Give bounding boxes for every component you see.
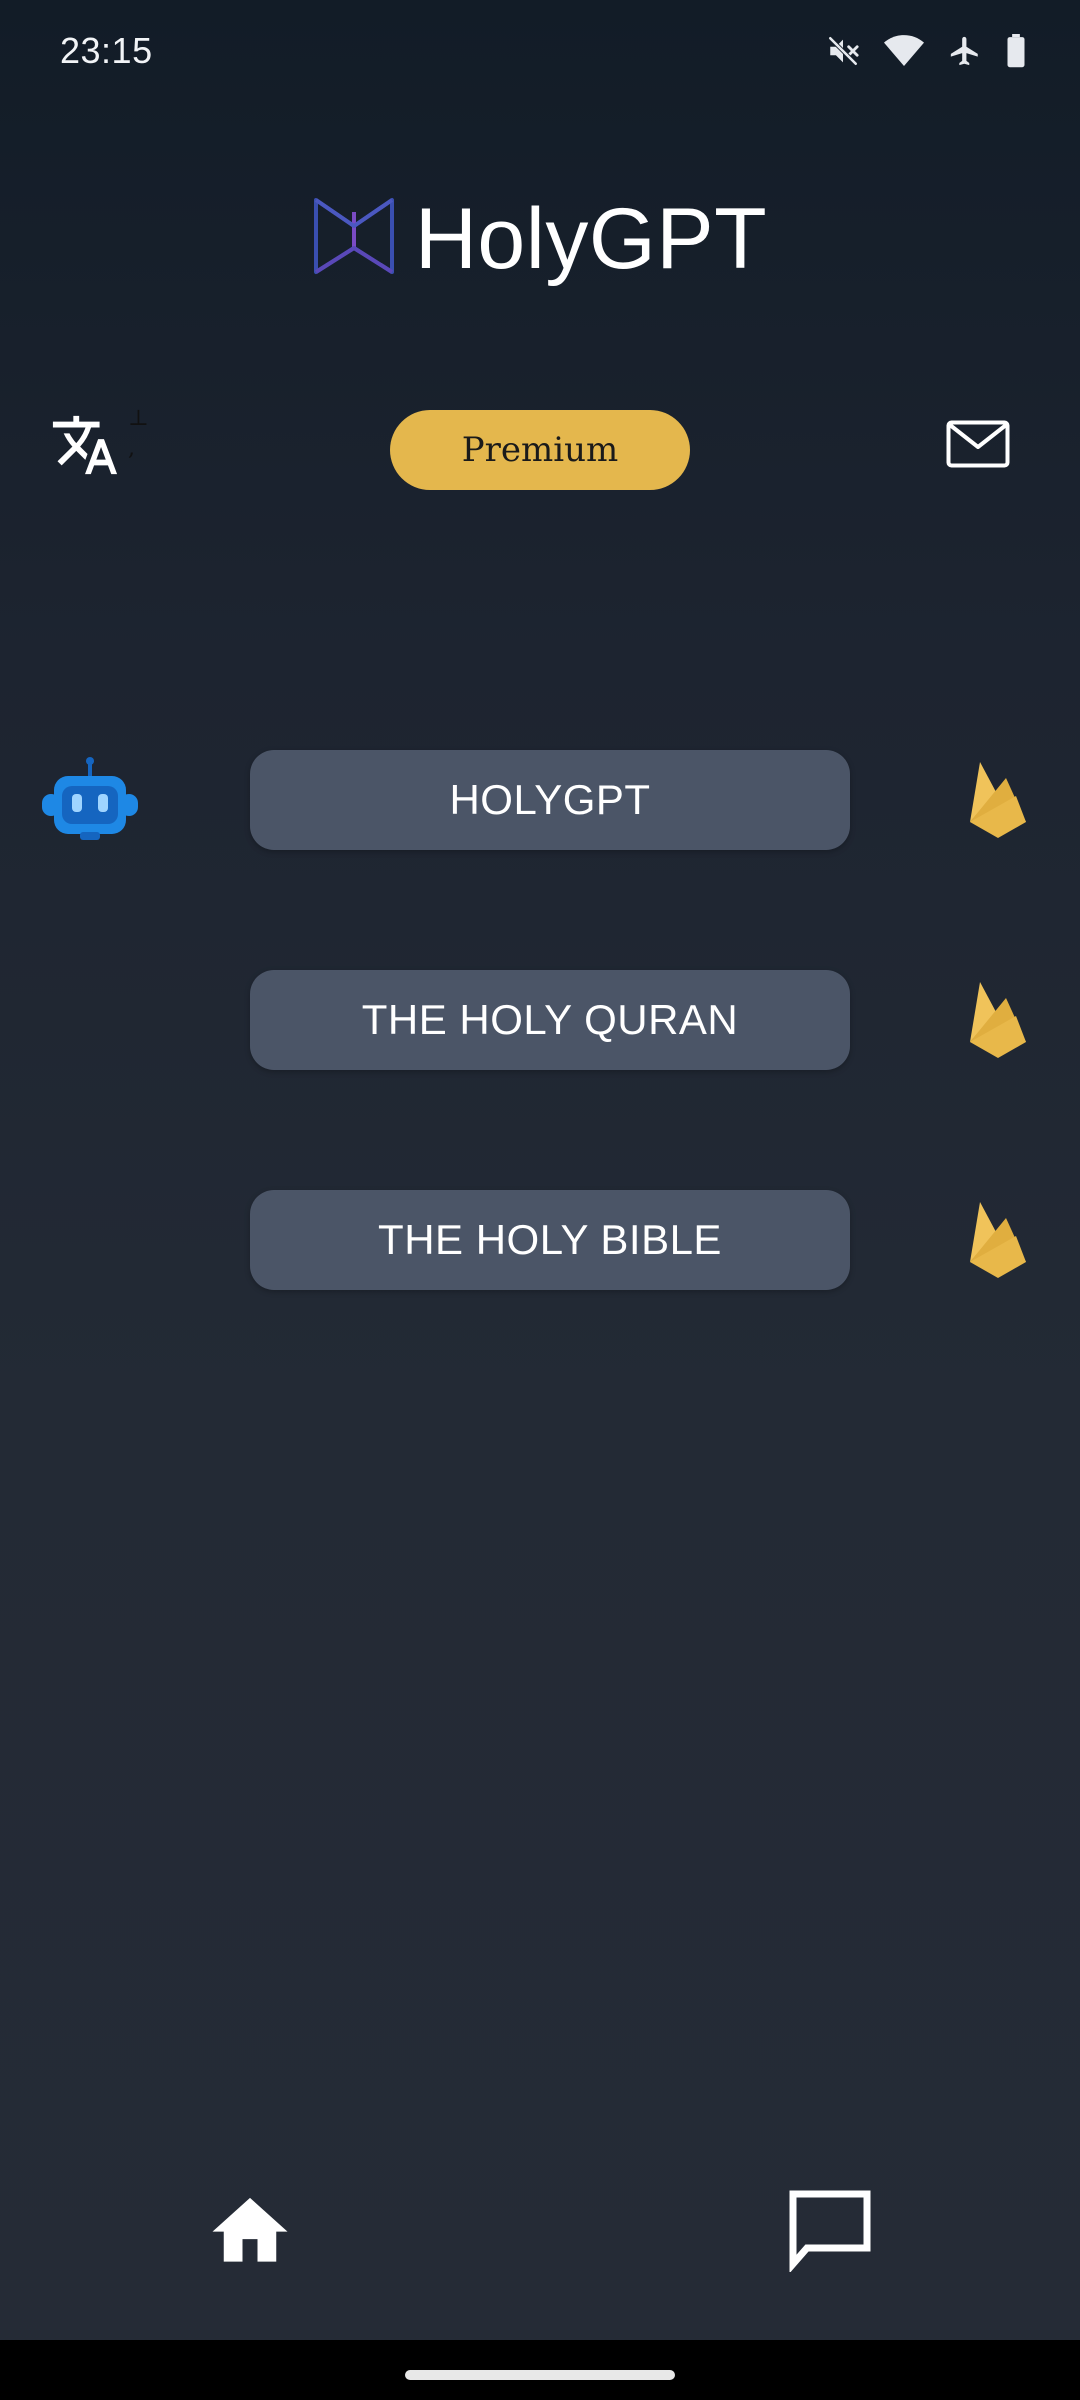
nav-chat-button[interactable] bbox=[785, 2186, 875, 2274]
mail-button[interactable] bbox=[946, 420, 1016, 480]
firebase-icon bbox=[966, 758, 1030, 845]
translate-marks: ⊥ , bbox=[128, 406, 149, 461]
app-screen: 23:15 HolyGPT ⊥ , Premium HOLYGPT THE HO… bbox=[0, 0, 1080, 2340]
status-bar: 23:15 bbox=[0, 0, 1080, 110]
holy-bible-button[interactable]: THE HOLY BIBLE bbox=[250, 1190, 850, 1290]
app-header: HolyGPT bbox=[0, 190, 1080, 289]
chat-icon bbox=[785, 2190, 875, 2276]
book-logo-icon bbox=[313, 194, 395, 285]
premium-button[interactable]: Premium bbox=[390, 410, 690, 490]
holy-quran-button[interactable]: THE HOLY QURAN bbox=[250, 970, 850, 1070]
nav-home-button[interactable] bbox=[205, 2186, 295, 2266]
mail-icon bbox=[946, 420, 1010, 472]
firebase-icon bbox=[966, 978, 1030, 1065]
airplane-icon bbox=[948, 34, 982, 68]
wifi-icon bbox=[884, 34, 924, 68]
gesture-handle[interactable] bbox=[405, 2370, 675, 2380]
app-title: HolyGPT bbox=[414, 191, 768, 287]
status-time: 23:15 bbox=[60, 30, 153, 71]
robot-icon bbox=[40, 756, 140, 849]
home-icon bbox=[205, 2197, 295, 2270]
mute-icon bbox=[826, 34, 860, 68]
status-icons bbox=[826, 34, 1026, 68]
holygpt-button[interactable]: HOLYGPT bbox=[250, 750, 850, 850]
translate-icon bbox=[50, 415, 120, 484]
battery-icon bbox=[1006, 34, 1026, 68]
firebase-icon bbox=[966, 1198, 1030, 1285]
